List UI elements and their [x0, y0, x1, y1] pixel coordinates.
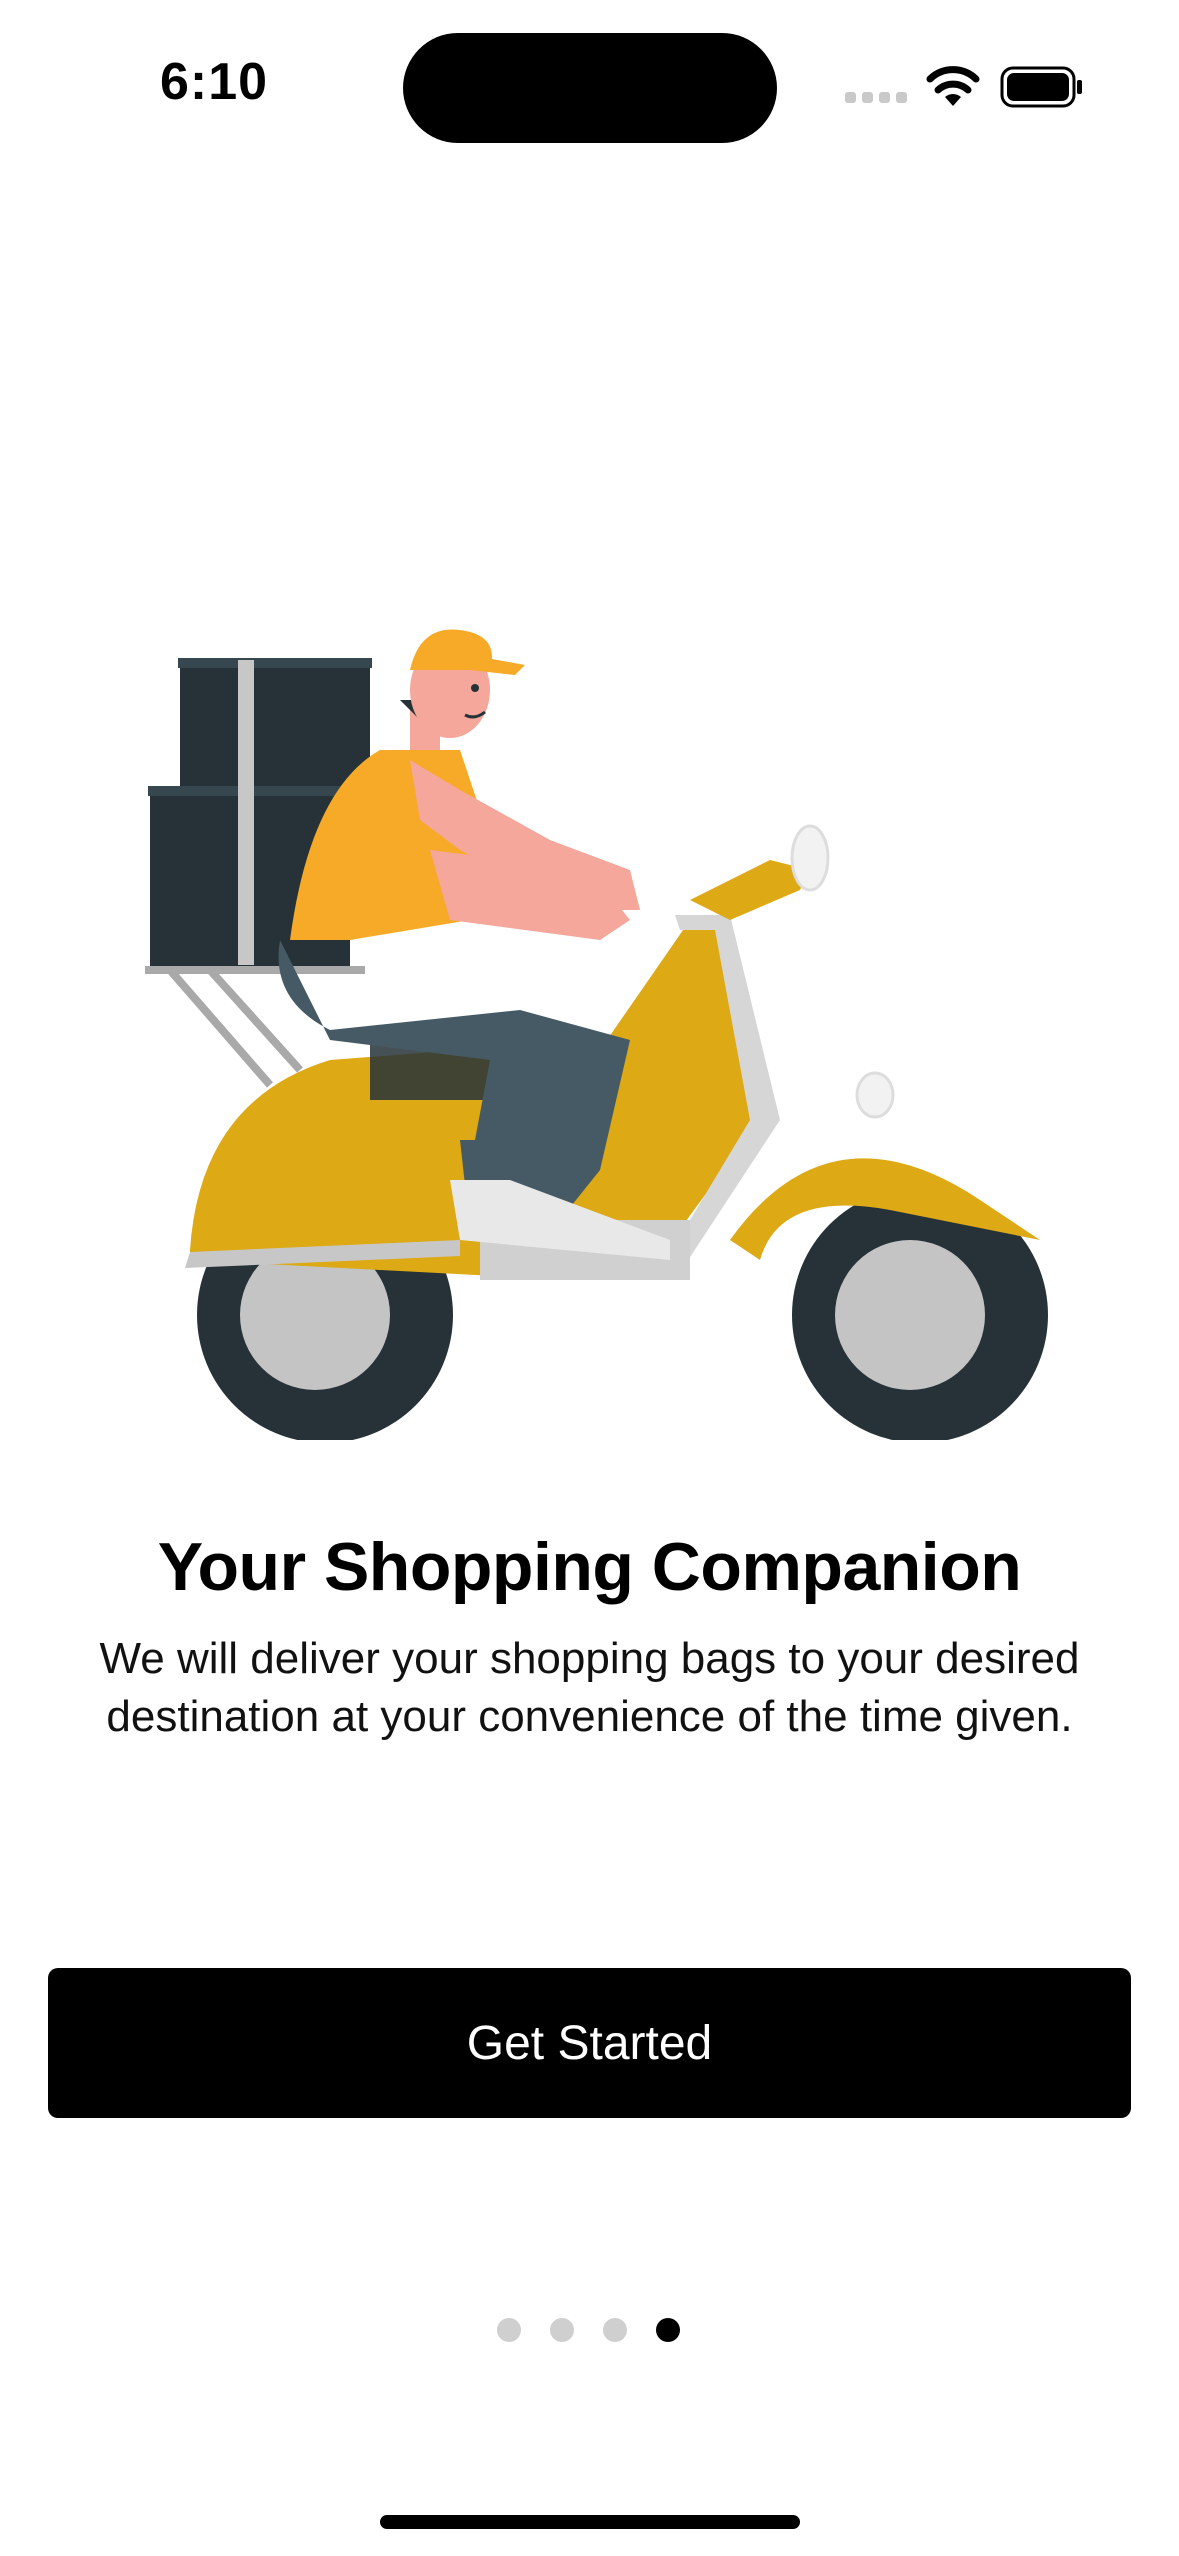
- cellular-signal-icon: [845, 92, 909, 106]
- page-dot-2[interactable]: [550, 2318, 574, 2342]
- status-bar: 6:10: [0, 0, 1179, 160]
- page-indicator[interactable]: [497, 2318, 687, 2348]
- home-indicator[interactable]: [380, 2515, 800, 2529]
- onboarding-description: We will deliver your shopping bags to yo…: [99, 1634, 1080, 1741]
- onboarding-title: Your Shopping Companion: [157, 1529, 1022, 1605]
- page-dot-1[interactable]: [497, 2318, 521, 2342]
- wifi-icon: [926, 66, 980, 106]
- get-started-button[interactable]: Get Started: [48, 1968, 1131, 2118]
- page-dot-4-active[interactable]: [656, 2318, 680, 2342]
- dynamic-island: [403, 33, 777, 143]
- battery-icon: [1000, 66, 1082, 108]
- status-time: 6:10: [160, 53, 269, 111]
- delivery-scooter-illustration: [145, 629, 1048, 1440]
- page-dot-3[interactable]: [603, 2318, 627, 2342]
